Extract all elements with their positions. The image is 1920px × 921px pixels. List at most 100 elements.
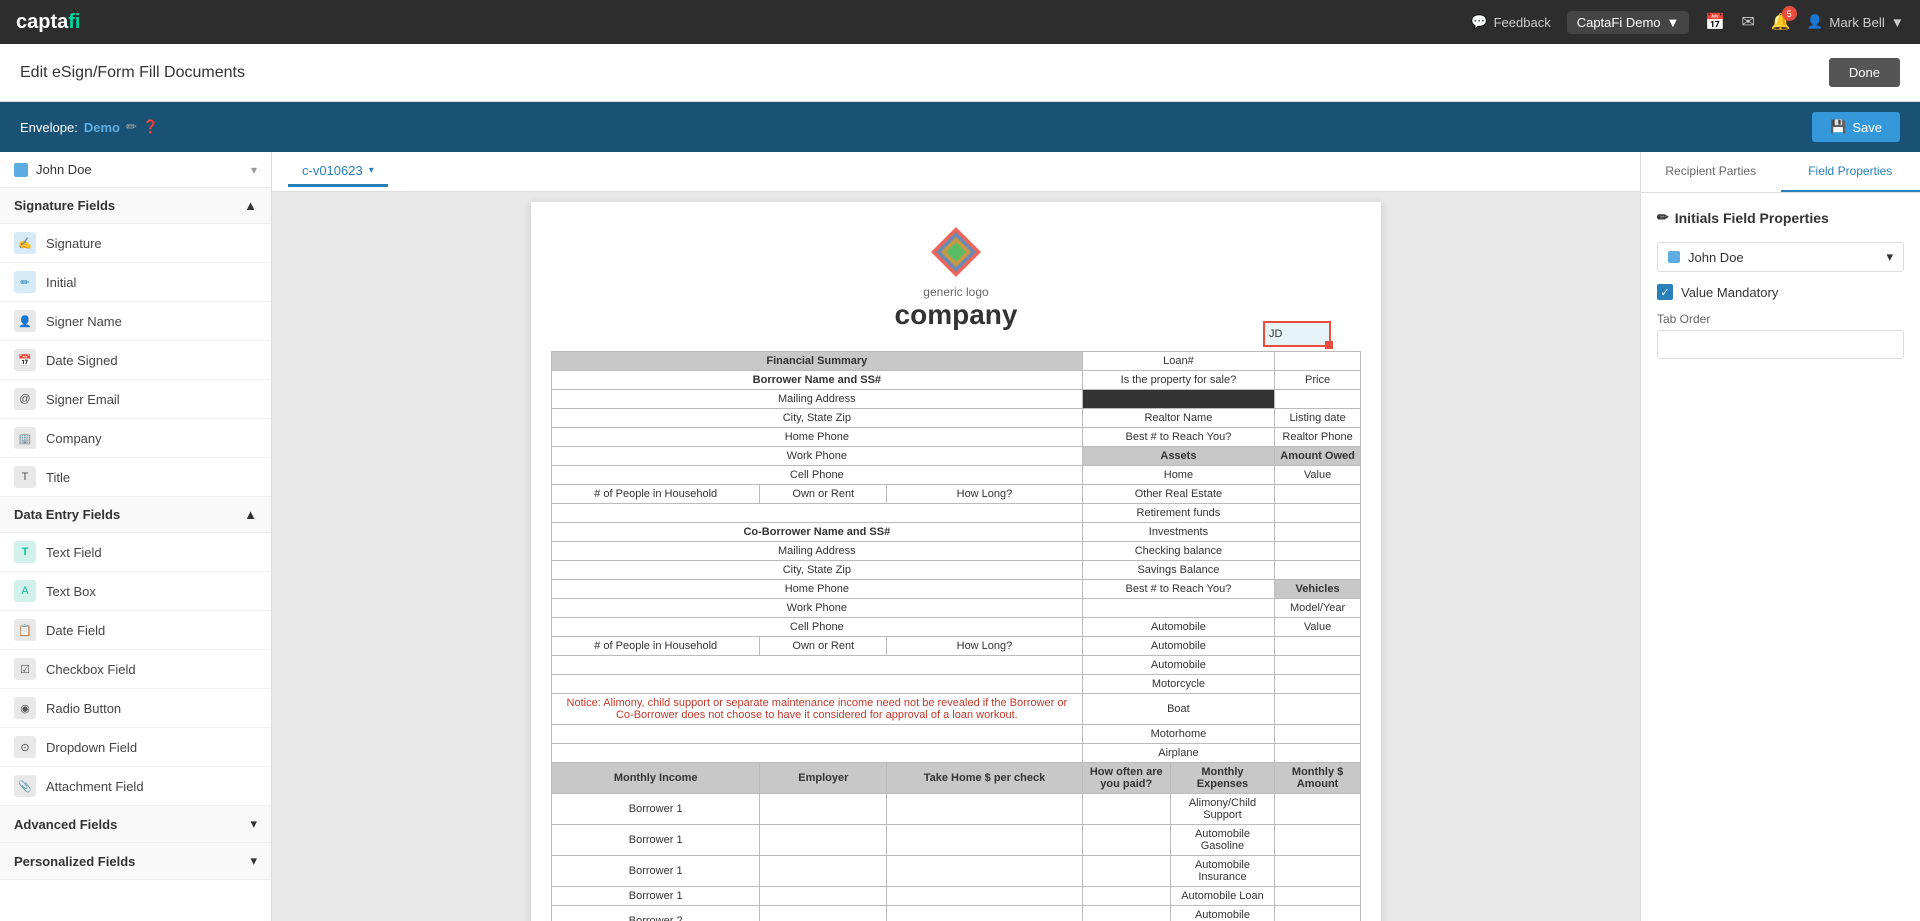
edit-icon[interactable]: ✏	[126, 119, 137, 135]
table-cell: Automobile Loan	[1170, 887, 1274, 906]
calendar-icon[interactable]: 📅	[1705, 12, 1725, 32]
doc-tab-bar: c-v010623 ▾	[272, 152, 1640, 192]
doc-tab[interactable]: c-v010623 ▾	[288, 157, 388, 187]
field-item-signer-name[interactable]: 👤 Signer Name	[0, 302, 271, 341]
mail-icon[interactable]: ✉	[1741, 12, 1754, 32]
table-cell: Automobile	[1082, 637, 1274, 656]
personalized-fields-header[interactable]: Personalized Fields ▾	[0, 843, 271, 880]
doc-tab-label: c-v010623	[302, 163, 363, 178]
text-box-field-label: Text Box	[46, 584, 96, 599]
table-cell: Automobile Maintenance	[1170, 906, 1274, 921]
signature-fields-title: Signature Fields	[14, 198, 115, 213]
envelope-name: Demo	[84, 120, 120, 135]
signature-fields-header[interactable]: Signature Fields ▲	[0, 188, 271, 224]
table-cell: Is the property for sale?	[1082, 371, 1274, 390]
done-button[interactable]: Done	[1829, 58, 1900, 87]
save-button[interactable]: 💾 Save	[1812, 112, 1900, 142]
dropdown-field-icon: ⊙	[14, 736, 36, 758]
field-properties-tab-label: Field Properties	[1808, 164, 1892, 178]
envelope-label: Envelope:	[20, 120, 78, 135]
field-item-date-signed[interactable]: 📅 Date Signed	[0, 341, 271, 380]
table-cell	[887, 825, 1082, 856]
signer-email-field-label: Signer Email	[46, 392, 120, 407]
table-cell	[1275, 656, 1361, 675]
field-item-date-field[interactable]: 📋 Date Field	[0, 611, 271, 650]
table-cell	[1275, 542, 1361, 561]
date-signed-field-icon: 📅	[14, 349, 36, 371]
table-cell: Savings Balance	[1082, 561, 1274, 580]
field-item-text-box[interactable]: A Text Box	[0, 572, 271, 611]
company-field-label: Company	[46, 431, 102, 446]
field-item-checkbox-field[interactable]: ☑ Checkbox Field	[0, 650, 271, 689]
date-signed-field-label: Date Signed	[46, 353, 118, 368]
feedback-icon: 💬	[1471, 14, 1487, 30]
feedback-button[interactable]: 💬 Feedback	[1471, 14, 1550, 30]
recipient-selector[interactable]: John Doe ▾	[0, 152, 271, 188]
field-item-radio-button[interactable]: ◉ Radio Button	[0, 689, 271, 728]
table-notice-cell: Notice: Alimony, child support or separa…	[552, 694, 1083, 725]
table-cell	[1275, 744, 1361, 763]
personalized-fields-expand-icon: ▾	[250, 853, 257, 869]
personalized-fields-title: Personalized Fields	[14, 854, 135, 869]
table-cell: Work Phone	[552, 599, 1083, 618]
table-cell: Motorhome	[1082, 725, 1274, 744]
table-cell: Realtor Phone	[1275, 428, 1361, 447]
tab-field-properties[interactable]: Field Properties	[1781, 152, 1920, 192]
table-cell	[1275, 675, 1361, 694]
main-layout: John Doe ▾ Signature Fields ▲ ✍ Signatur…	[0, 152, 1920, 921]
canvas-scroll[interactable]: generic logo company JD	[272, 192, 1640, 921]
user-menu-button[interactable]: 👤 Mark Bell ▼	[1807, 14, 1904, 30]
table-cell: Home Phone	[552, 580, 1083, 599]
field-item-text-field[interactable]: T Text Field	[0, 533, 271, 572]
recipient-color-dot	[1668, 251, 1680, 263]
text-box-field-icon: A	[14, 580, 36, 602]
title-field-label: Title	[46, 470, 70, 485]
user-chevron-icon: ▼	[1891, 15, 1904, 30]
table-cell: Borrower Name and SS#	[552, 371, 1083, 390]
field-item-company[interactable]: 🏢 Company	[0, 419, 271, 458]
table-cell: Amount Owed	[1275, 447, 1361, 466]
field-item-title[interactable]: T Title	[0, 458, 271, 497]
table-cell: How Long?	[887, 485, 1082, 504]
table-cell: Co-Borrower Name and SS#	[552, 523, 1083, 542]
value-mandatory-label: Value Mandatory	[1681, 285, 1778, 300]
data-entry-fields-header[interactable]: Data Entry Fields ▲	[0, 497, 271, 533]
table-cell	[1275, 906, 1361, 921]
table-cell: Home Phone	[552, 428, 1083, 447]
signer-name-field-icon: 👤	[14, 310, 36, 332]
help-icon[interactable]: ❓	[143, 119, 159, 135]
org-selector[interactable]: CaptaFi Demo ▼	[1567, 11, 1690, 34]
tab-recipient-parties[interactable]: Recipient Parties	[1641, 152, 1781, 192]
field-item-initial[interactable]: ✏ Initial	[0, 263, 271, 302]
table-cell: Other Real Estate	[1082, 485, 1274, 504]
field-item-signature[interactable]: ✍ Signature	[0, 224, 271, 263]
doc-header: generic logo company JD	[551, 222, 1361, 331]
table-cell: Investments	[1082, 523, 1274, 542]
table-cell	[760, 825, 887, 856]
feedback-label: Feedback	[1494, 15, 1551, 30]
recipient-dropdown[interactable]: John Doe ▾	[1657, 242, 1904, 272]
field-item-attachment-field[interactable]: 📎 Attachment Field	[0, 767, 271, 806]
value-mandatory-checkbox[interactable]	[1657, 284, 1673, 300]
initials-field-overlay[interactable]: JD	[1263, 321, 1331, 347]
notification-bell[interactable]: 🔔 5	[1771, 12, 1791, 32]
field-properties-title: ✏ Initials Field Properties	[1657, 209, 1904, 226]
advanced-fields-header[interactable]: Advanced Fields ▾	[0, 806, 271, 843]
value-mandatory-row[interactable]: Value Mandatory	[1657, 284, 1904, 300]
save-label: Save	[1852, 120, 1882, 135]
table-cell	[1275, 825, 1361, 856]
radio-button-field-label: Radio Button	[46, 701, 121, 716]
table-cell: # of People in Household	[552, 485, 760, 504]
field-item-signer-email[interactable]: @ Signer Email	[0, 380, 271, 419]
table-cell	[1275, 523, 1361, 542]
table-cell: Loan#	[1082, 352, 1274, 371]
table-cell: Vehicles	[1275, 580, 1361, 599]
company-name-label: company	[821, 299, 1091, 331]
field-item-dropdown-field[interactable]: ⊙ Dropdown Field	[0, 728, 271, 767]
table-cell: Cell Phone	[552, 618, 1083, 637]
initials-resize-handle[interactable]	[1325, 341, 1333, 349]
tab-order-input[interactable]	[1657, 330, 1904, 359]
recipient-chevron-icon: ▾	[251, 163, 257, 177]
table-cell: Retirement funds	[1082, 504, 1274, 523]
table-cell	[1275, 887, 1361, 906]
